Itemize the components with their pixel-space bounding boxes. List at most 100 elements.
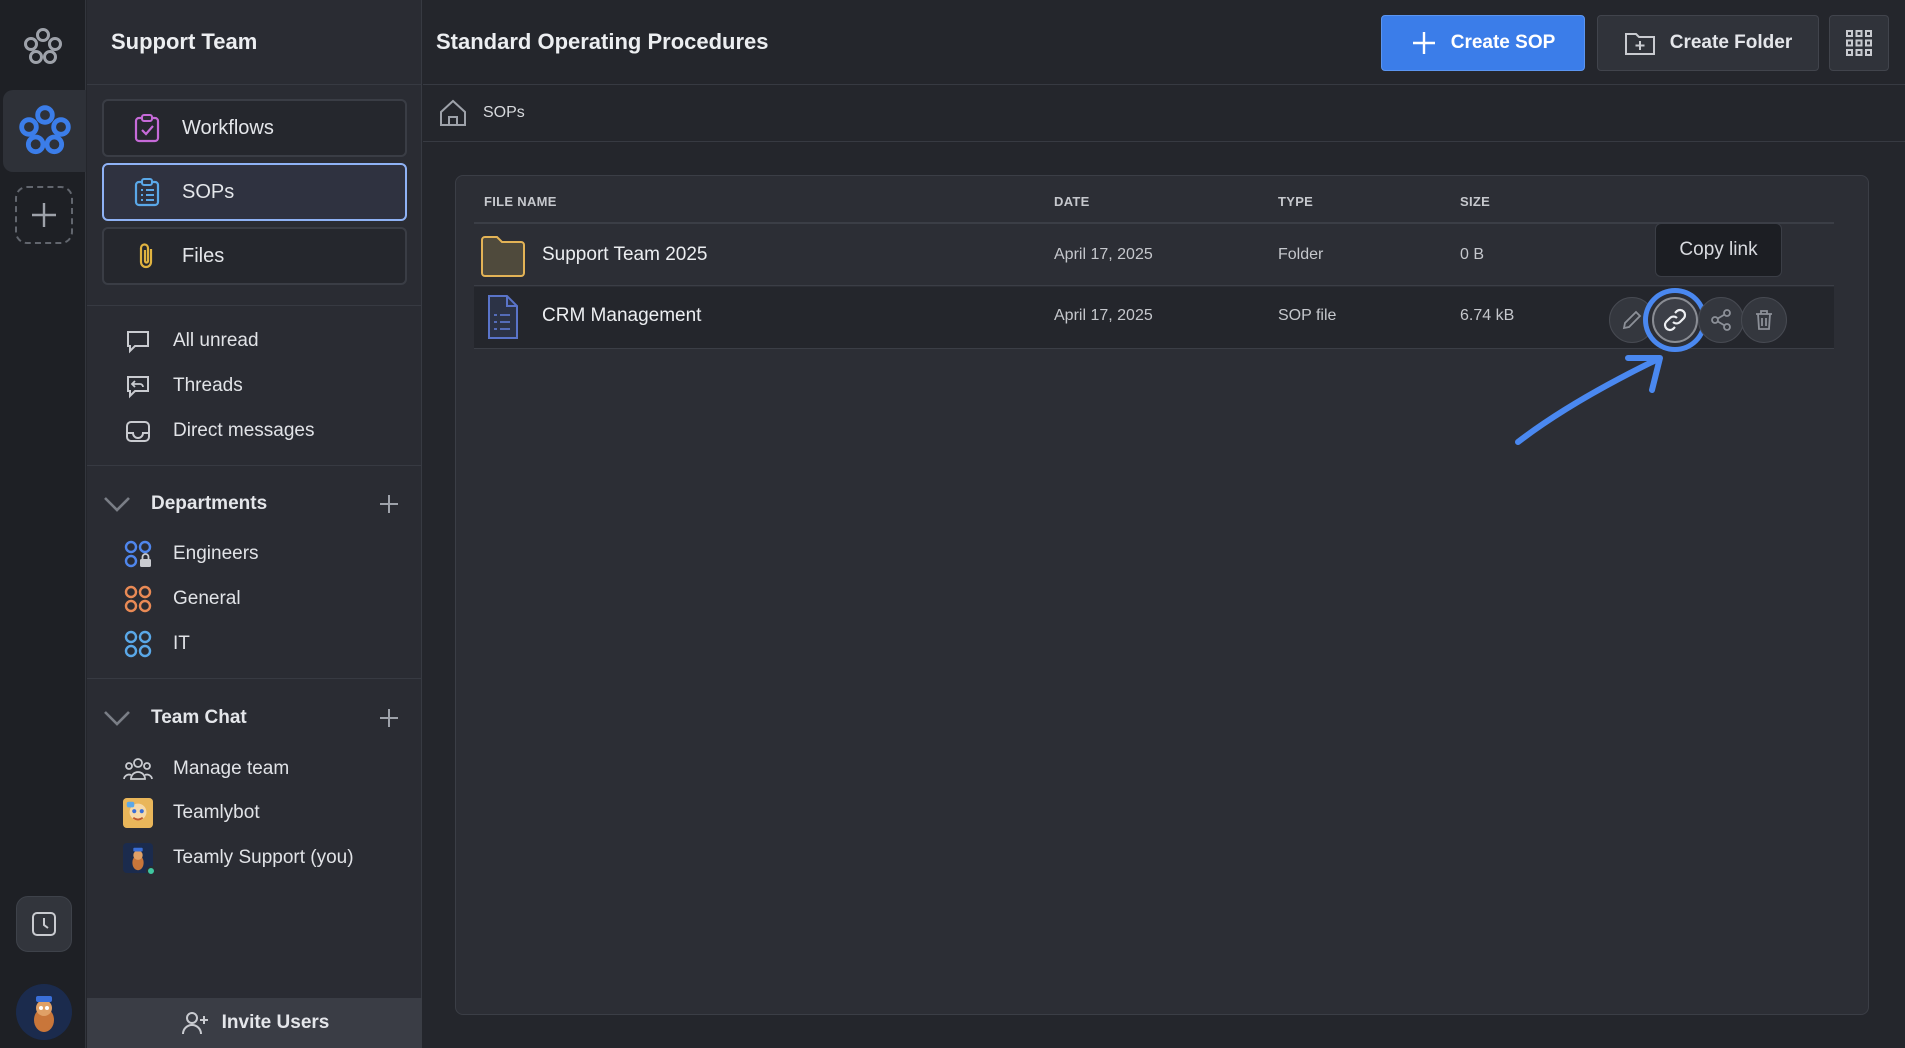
copy-link-button[interactable]: [1652, 297, 1698, 343]
create-sop-button[interactable]: Create SOP: [1381, 15, 1585, 71]
add-workspace-button[interactable]: [15, 186, 73, 244]
sidebar-item-direct-messages[interactable]: Direct messages: [123, 413, 315, 449]
sidebar-item-label: IT: [173, 633, 190, 654]
sidebar-item-label: Teamly Support (you): [173, 847, 354, 868]
edit-button[interactable]: [1609, 297, 1655, 343]
workflow-clipboard-icon: [132, 113, 162, 143]
main-content: Standard Operating Procedures Create SOP…: [423, 0, 1905, 1048]
sidebar-item-all-unread[interactable]: All unread: [123, 323, 259, 359]
divider: [87, 465, 422, 466]
sidebar-item-label: Teamlybot: [173, 802, 260, 823]
paperclip-icon: [132, 241, 162, 271]
section-title: Team Chat: [151, 707, 247, 728]
sop-file-icon: [488, 295, 518, 339]
divider: [87, 305, 422, 306]
app-logo-icon[interactable]: [22, 26, 64, 68]
files-table: FILE NAME DATE TYPE SIZE Support Team 20…: [455, 175, 1869, 1015]
file-date: April 17, 2025: [1054, 307, 1153, 324]
sidebar-item-label: Manage team: [173, 758, 290, 779]
file-name: CRM Management: [542, 305, 702, 326]
create-folder-button[interactable]: Create Folder: [1597, 15, 1819, 71]
pencil-icon: [1622, 310, 1642, 330]
delete-button[interactable]: [1741, 297, 1787, 343]
chat-bubble-icon: [123, 326, 153, 356]
nav-files[interactable]: Files: [102, 227, 407, 285]
team-chat-section-header[interactable]: Team Chat: [101, 700, 401, 736]
history-button[interactable]: [16, 896, 72, 952]
sidebar-item-threads[interactable]: Threads: [123, 368, 243, 404]
add-chat-icon[interactable]: [377, 706, 401, 730]
chevron-down-icon: [104, 711, 130, 726]
add-user-icon: [181, 1012, 208, 1035]
column-file-name[interactable]: FILE NAME: [484, 194, 557, 209]
workspace-support-team[interactable]: [3, 90, 86, 172]
sidebar-item-label: Threads: [173, 375, 243, 396]
inbox-tray-icon: [123, 416, 153, 446]
table-row[interactable]: CRM Management April 17, 2025 SOP file 6…: [474, 287, 1834, 349]
chevron-down-icon: [104, 497, 130, 512]
bot-avatar: [123, 798, 153, 828]
clock-icon: [32, 912, 56, 936]
folder-icon: [481, 236, 525, 277]
sidebar-item-engineers[interactable]: Engineers: [123, 536, 259, 572]
file-size: 0 B: [1460, 246, 1485, 263]
share-button[interactable]: [1698, 297, 1744, 343]
app-window: Support Team Workflows SOPs Files All un…: [0, 0, 1905, 1048]
sidebar-item-teamlybot[interactable]: Teamlybot: [123, 795, 260, 831]
nav-sops[interactable]: SOPs: [102, 163, 407, 221]
invite-users-label: Invite Users: [221, 1012, 330, 1033]
section-title: Departments: [151, 493, 268, 514]
table-header: FILE NAME DATE TYPE SIZE: [474, 176, 1834, 224]
home-icon[interactable]: [437, 97, 469, 129]
column-type[interactable]: TYPE: [1278, 194, 1313, 209]
column-date[interactable]: DATE: [1054, 194, 1090, 209]
sidebar-item-label: All unread: [173, 330, 259, 351]
plus-icon: [1412, 32, 1435, 54]
add-department-icon[interactable]: [377, 492, 401, 516]
sidebar-item-label: Engineers: [173, 543, 259, 564]
plus-icon: [32, 203, 56, 227]
sop-list-icon: [132, 177, 162, 207]
thread-reply-icon: [123, 371, 153, 401]
create-sop-label: Create SOP: [1450, 32, 1556, 53]
folder-plus-icon: [1624, 33, 1655, 55]
file-type: SOP file: [1278, 307, 1337, 324]
workspace-rail: [0, 0, 86, 1048]
column-size[interactable]: SIZE: [1460, 194, 1490, 209]
nav-sops-label: SOPs: [182, 180, 235, 203]
sidebar-item-it[interactable]: IT: [123, 626, 190, 662]
online-status-dot: [146, 866, 156, 876]
departments-section-header[interactable]: Departments: [101, 486, 401, 522]
channel-icon: [123, 584, 153, 614]
workspace-logo-icon: [18, 105, 71, 155]
create-folder-label: Create Folder: [1669, 32, 1793, 53]
sidebar-item-label: Direct messages: [173, 420, 315, 441]
private-channel-icon: [123, 539, 153, 569]
table-row[interactable]: Support Team 2025 April 17, 2025 Folder …: [474, 226, 1834, 286]
divider: [87, 678, 422, 679]
trash-icon: [1756, 310, 1772, 330]
sidebar-item-label: General: [173, 588, 241, 609]
copy-link-tooltip: Copy link: [1655, 223, 1782, 277]
breadcrumb: SOPs: [423, 85, 1905, 142]
invite-users-button[interactable]: Invite Users: [87, 998, 422, 1048]
annotation-arrow-icon: [1515, 355, 1663, 445]
apps-grid-button[interactable]: [1829, 15, 1889, 71]
team-icon: [123, 754, 153, 784]
sidebar: Support Team Workflows SOPs Files All un…: [87, 0, 422, 1048]
sidebar-title: Support Team: [87, 0, 421, 85]
share-icon: [1711, 309, 1731, 331]
nav-workflows[interactable]: Workflows: [102, 99, 407, 157]
user-avatar[interactable]: [16, 984, 72, 1040]
user-avatar: [123, 843, 156, 876]
breadcrumb-current[interactable]: SOPs: [483, 104, 525, 122]
sidebar-item-teamly-support[interactable]: Teamly Support (you): [123, 840, 354, 876]
nav-files-label: Files: [182, 244, 225, 267]
file-size: 6.74 kB: [1460, 307, 1515, 324]
file-type: Folder: [1278, 246, 1324, 263]
sidebar-item-manage-team[interactable]: Manage team: [123, 751, 289, 787]
grid-icon: [1846, 30, 1872, 56]
sidebar-item-general[interactable]: General: [123, 581, 241, 617]
top-bar: Standard Operating Procedures Create SOP…: [423, 0, 1905, 85]
channel-icon: [123, 629, 153, 659]
